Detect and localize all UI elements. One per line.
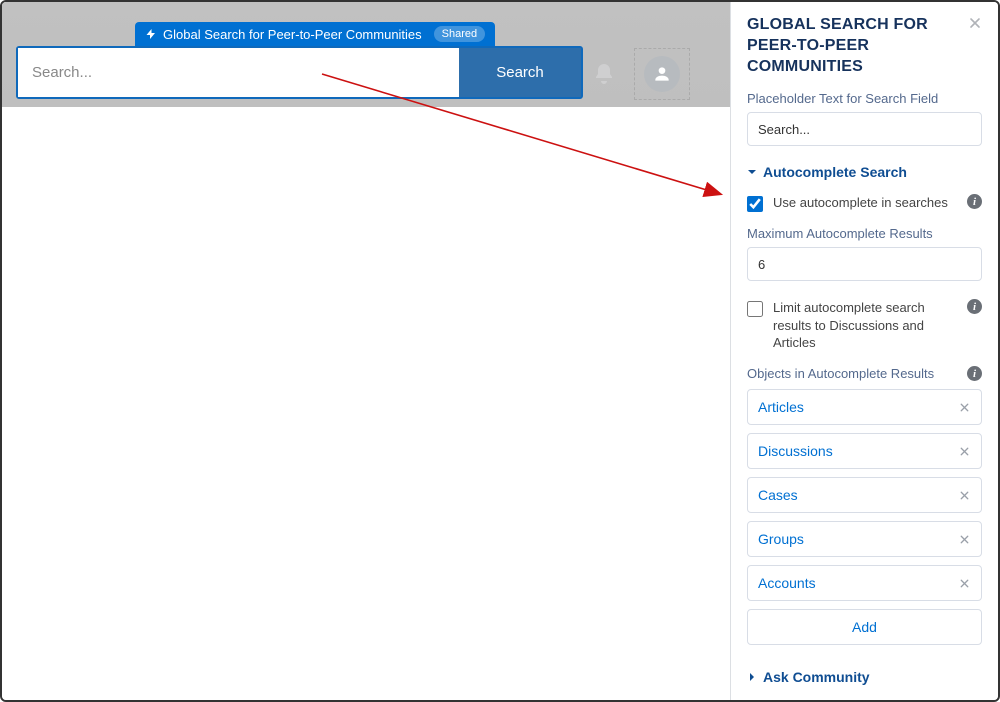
chevron-right-icon [747,672,757,682]
autocomplete-section-toggle[interactable]: Autocomplete Search [747,164,982,180]
close-icon [967,15,983,31]
shared-badge: Shared [434,26,485,42]
remove-object-button[interactable] [958,445,971,458]
placeholder-field-input[interactable] [747,112,982,146]
remove-object-button[interactable] [958,401,971,414]
ask-community-section-toggle[interactable]: Ask Community [747,669,982,685]
search-button[interactable]: Search [459,48,581,97]
object-pill[interactable]: Accounts [747,565,982,601]
object-pill[interactable]: Articles [747,389,982,425]
limit-results-checkbox[interactable] [747,301,763,317]
max-results-label: Maximum Autocomplete Results [747,226,982,241]
info-icon[interactable]: i [967,299,982,314]
lightning-icon [145,26,157,42]
objects-label: Objects in Autocomplete Results [747,366,934,381]
object-pill-label: Discussions [758,443,833,459]
close-icon [958,533,971,546]
info-icon[interactable]: i [967,194,982,209]
close-icon [958,445,971,458]
remove-object-button[interactable] [958,533,971,546]
close-icon [958,489,971,502]
close-icon [958,401,971,414]
remove-object-button[interactable] [958,577,971,590]
chevron-down-icon [747,167,757,177]
user-icon [652,64,672,84]
close-icon [958,577,971,590]
object-pill-label: Accounts [758,575,816,591]
use-autocomplete-label: Use autocomplete in searches [773,194,957,212]
global-search-component[interactable]: Search [16,46,583,99]
top-bar: Global Search for Peer-to-Peer Communiti… [2,2,730,107]
close-panel-button[interactable] [962,10,988,36]
section-label: Autocomplete Search [763,164,907,180]
info-icon[interactable]: i [967,366,982,381]
notifications-icon[interactable] [592,62,616,86]
remove-object-button[interactable] [958,489,971,502]
use-autocomplete-checkbox[interactable] [747,196,763,212]
limit-results-label: Limit autocomplete search results to Dis… [773,299,957,352]
panel-title: GLOBAL SEARCH FOR PEER-TO-PEER COMMUNITI… [747,15,982,77]
component-tab-label: Global Search for Peer-to-Peer Communiti… [163,27,422,42]
add-object-button[interactable]: Add [747,609,982,645]
max-results-input[interactable] [747,247,982,281]
canvas: Global Search for Peer-to-Peer Communiti… [2,2,730,700]
placeholder-field-label: Placeholder Text for Search Field [747,91,982,106]
properties-panel: GLOBAL SEARCH FOR PEER-TO-PEER COMMUNITI… [730,2,998,700]
object-pill[interactable]: Discussions [747,433,982,469]
section-label: Ask Community [763,669,870,685]
search-input[interactable] [18,48,459,97]
object-pill[interactable]: Groups [747,521,982,557]
profile-slot[interactable] [634,48,690,100]
avatar [644,56,680,92]
object-pill-label: Articles [758,399,804,415]
object-pill-label: Cases [758,487,798,503]
component-tab[interactable]: Global Search for Peer-to-Peer Communiti… [135,22,495,46]
object-pill[interactable]: Cases [747,477,982,513]
object-pill-label: Groups [758,531,804,547]
